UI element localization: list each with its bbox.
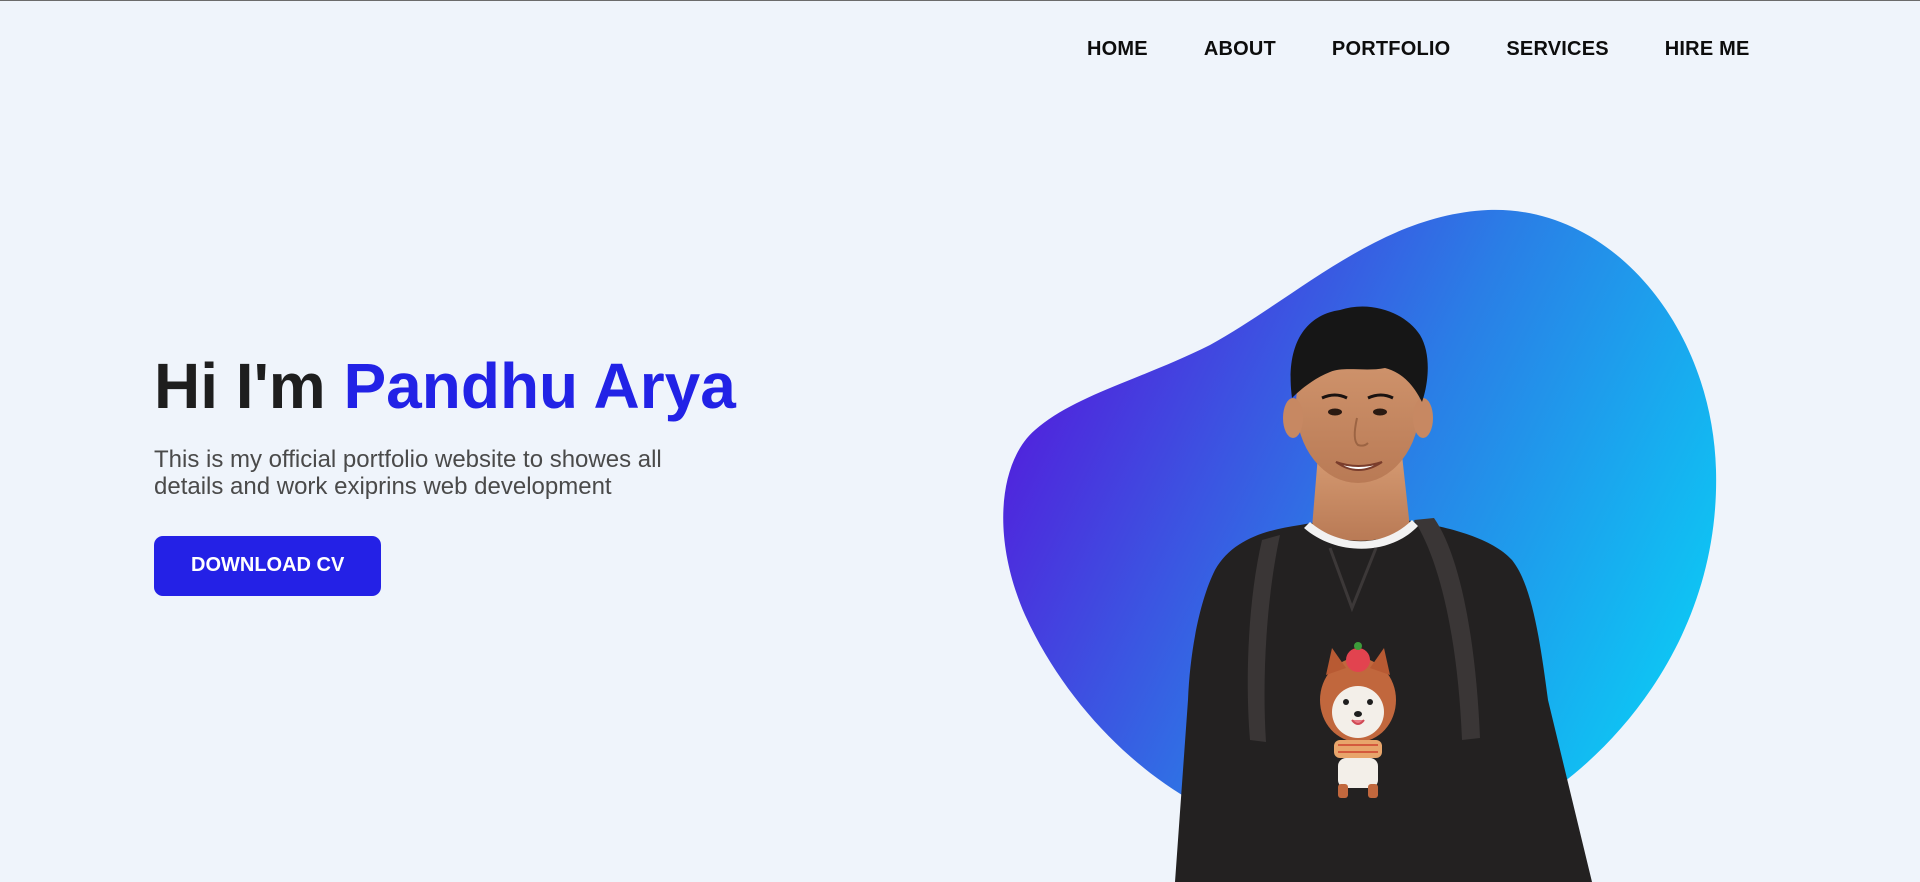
person-photo (1175, 306, 1592, 882)
nav-home[interactable]: HOME (1087, 36, 1148, 62)
smile (1335, 461, 1383, 471)
backpack-strap-right (1414, 518, 1480, 740)
nose (1353, 417, 1369, 447)
download-cv-button[interactable]: DOWNLOAD CV (154, 536, 382, 596)
ear-left (1283, 398, 1303, 438)
eyebrow-left (1321, 393, 1348, 400)
hero-title: Hi I'm Pandhu Arya (154, 346, 794, 426)
sweater (1175, 518, 1592, 882)
eyebrow-right (1367, 393, 1394, 400)
ear-right (1413, 398, 1433, 438)
hero-greeting: Hi I'm (154, 350, 344, 422)
face (1296, 327, 1420, 483)
page: HOME ABOUT PORTFOLIO SERVICES HIRE ME Hi… (0, 0, 1920, 882)
gradient-blob (1003, 209, 1717, 841)
shirt-collar (1304, 520, 1418, 549)
hero-name: Pandhu Arya (343, 350, 736, 422)
eye-right (1373, 408, 1387, 416)
nav-services[interactable]: SERVICES (1506, 36, 1608, 62)
hero-description: This is my official portfolio website to… (154, 446, 662, 500)
neck (1312, 455, 1410, 541)
nav-hire-me[interactable]: HIRE ME (1665, 36, 1750, 62)
backpack-strap-left (1247, 535, 1280, 742)
dog-emblem (1320, 642, 1396, 798)
eye-left (1328, 408, 1342, 416)
hero-section: Hi I'm Pandhu Arya This is my official p… (154, 346, 794, 596)
sweater-v (1328, 547, 1378, 613)
main-nav: HOME ABOUT PORTFOLIO SERVICES HIRE ME (1087, 36, 1750, 62)
hair (1290, 306, 1428, 402)
nav-portfolio[interactable]: PORTFOLIO (1332, 36, 1450, 62)
nav-about[interactable]: ABOUT (1204, 36, 1276, 62)
top-border (0, 0, 1920, 1)
